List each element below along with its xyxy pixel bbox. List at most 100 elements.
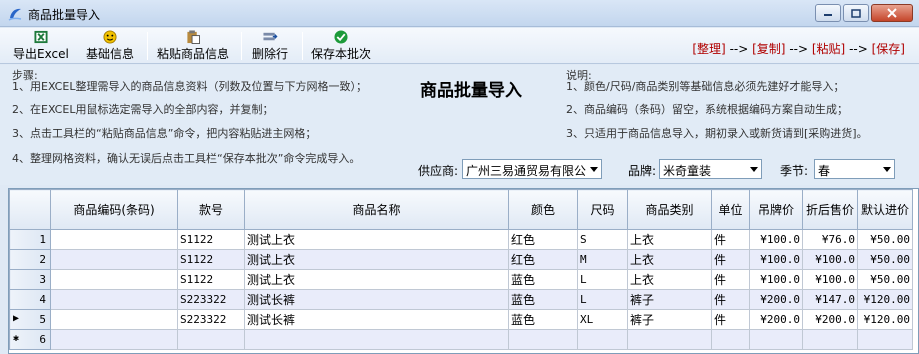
cell-name[interactable] [244,329,509,350]
table-row[interactable]: 3 S1122 测试上衣 蓝色 L 上衣 件 ¥100.0 ¥100.0 ¥50… [9,269,913,290]
row-header[interactable]: 2 [9,249,51,270]
close-icon [887,8,897,18]
cell-cost-price[interactable]: ¥120.00 [857,309,913,330]
cell-unit[interactable]: 件 [711,249,750,270]
cell-tag-price[interactable]: ¥100.0 [749,229,803,250]
cell-code[interactable] [50,249,178,270]
row-number: 4 [39,293,46,306]
cell-color[interactable]: 红色 [508,229,578,250]
table-row[interactable]: 4 S223322 测试长裤 蓝色 L 裤子 件 ¥200.0 ¥147.0 ¥… [9,289,913,310]
workflow-arrow: --> [849,42,868,56]
cell-sale-price[interactable]: ¥76.0 [802,229,858,250]
row-header[interactable]: ✱ 6 [9,329,51,350]
cell-size[interactable]: S [577,229,628,250]
column-header-category[interactable]: 商品类别 [627,189,712,230]
maximize-icon [851,8,861,18]
paste-goods-button[interactable]: 粘贴商品信息 [157,30,229,62]
cell-sale-price[interactable]: ¥147.0 [802,289,858,310]
cell-style[interactable]: S1122 [177,249,245,270]
column-header-color[interactable]: 颜色 [508,189,578,230]
new-row[interactable]: ✱ 6 [9,329,913,350]
cell-category[interactable]: 裤子 [627,289,712,310]
cell-cost-price[interactable] [857,329,913,350]
cell-unit[interactable] [711,329,750,350]
cell-category[interactable] [627,329,712,350]
grid-corner-cell[interactable] [9,189,51,230]
table-row[interactable]: 1 S1122 测试上衣 红色 S 上衣 件 ¥100.0 ¥76.0 ¥50.… [9,229,913,250]
goods-grid[interactable]: 商品编码(条码) 款号 商品名称 颜色 尺码 商品类别 单位 吊牌价 折后售价 … [8,188,919,354]
cell-code[interactable] [50,269,178,290]
cell-style[interactable]: S223322 [177,309,245,330]
cell-style[interactable] [177,329,245,350]
brand-select[interactable]: 米奇童装 [659,159,762,179]
cell-unit[interactable]: 件 [711,309,750,330]
cell-category[interactable]: 裤子 [627,309,712,330]
column-header-sale-price[interactable]: 折后售价 [802,189,858,230]
column-header-name[interactable]: 商品名称 [244,189,509,230]
cell-name[interactable]: 测试上衣 [244,269,509,290]
cell-sale-price[interactable]: ¥100.0 [802,269,858,290]
cell-size[interactable] [577,329,628,350]
cell-color[interactable]: 蓝色 [508,289,578,310]
cell-code[interactable] [50,329,178,350]
cell-category[interactable]: 上衣 [627,229,712,250]
cell-sale-price[interactable]: ¥200.0 [802,309,858,330]
cell-name[interactable]: 测试上衣 [244,249,509,270]
cell-sale-price[interactable] [802,329,858,350]
table-row[interactable]: ▶ 5 S223322 测试长裤 蓝色 XL 裤子 件 ¥200.0 ¥200.0… [9,309,913,330]
minimize-button[interactable] [815,4,841,22]
row-header[interactable]: 4 [9,289,51,310]
cell-cost-price[interactable]: ¥120.00 [857,289,913,310]
cell-tag-price[interactable]: ¥100.0 [749,249,803,270]
row-header[interactable]: ▶ 5 [9,309,51,330]
maximize-button[interactable] [843,4,869,22]
cell-style[interactable]: S1122 [177,269,245,290]
cell-name[interactable]: 测试长裤 [244,309,509,330]
cell-size[interactable]: L [577,289,628,310]
cell-name[interactable]: 测试长裤 [244,289,509,310]
export-excel-button[interactable]: 导出Excel [13,30,69,62]
supplier-select[interactable]: 广州三易通贸易有限公 [462,159,602,179]
cell-tag-price[interactable] [749,329,803,350]
cell-name[interactable]: 测试上衣 [244,229,509,250]
cell-tag-price[interactable]: ¥100.0 [749,269,803,290]
column-header-size[interactable]: 尺码 [577,189,628,230]
cell-category[interactable]: 上衣 [627,269,712,290]
cell-unit[interactable]: 件 [711,269,750,290]
cell-color[interactable]: 红色 [508,249,578,270]
cell-unit[interactable]: 件 [711,289,750,310]
table-row[interactable]: 2 S1122 测试上衣 红色 M 上衣 件 ¥100.0 ¥100.0 ¥50… [9,249,913,270]
cell-size[interactable]: M [577,249,628,270]
cell-color[interactable] [508,329,578,350]
cell-style[interactable]: S1122 [177,229,245,250]
cell-code[interactable] [50,309,178,330]
cell-category[interactable]: 上衣 [627,249,712,270]
delete-row-button[interactable]: 删除行 [252,30,288,62]
column-header-code[interactable]: 商品编码(条码) [50,189,178,230]
column-header-unit[interactable]: 单位 [711,189,750,230]
basic-info-button[interactable]: 基础信息 [86,30,134,62]
cell-cost-price[interactable]: ¥50.00 [857,269,913,290]
cell-size[interactable]: L [577,269,628,290]
column-header-cost-price[interactable]: 默认进价 [857,189,913,230]
column-header-tag-price[interactable]: 吊牌价 [749,189,803,230]
season-label: 季节: [780,164,809,178]
column-header-style[interactable]: 款号 [177,189,245,230]
row-header[interactable]: 1 [9,229,51,250]
cell-size[interactable]: XL [577,309,628,330]
save-batch-button[interactable]: 保存本批次 [311,30,371,62]
close-button[interactable] [871,4,913,22]
cell-tag-price[interactable]: ¥200.0 [749,309,803,330]
cell-code[interactable] [50,229,178,250]
cell-cost-price[interactable]: ¥50.00 [857,229,913,250]
row-header[interactable]: 3 [9,269,51,290]
cell-code[interactable] [50,289,178,310]
season-select[interactable]: 春 [814,159,895,179]
cell-style[interactable]: S223322 [177,289,245,310]
cell-tag-price[interactable]: ¥200.0 [749,289,803,310]
cell-color[interactable]: 蓝色 [508,269,578,290]
cell-sale-price[interactable]: ¥100.0 [802,249,858,270]
cell-color[interactable]: 蓝色 [508,309,578,330]
cell-unit[interactable]: 件 [711,229,750,250]
cell-cost-price[interactable]: ¥50.00 [857,249,913,270]
